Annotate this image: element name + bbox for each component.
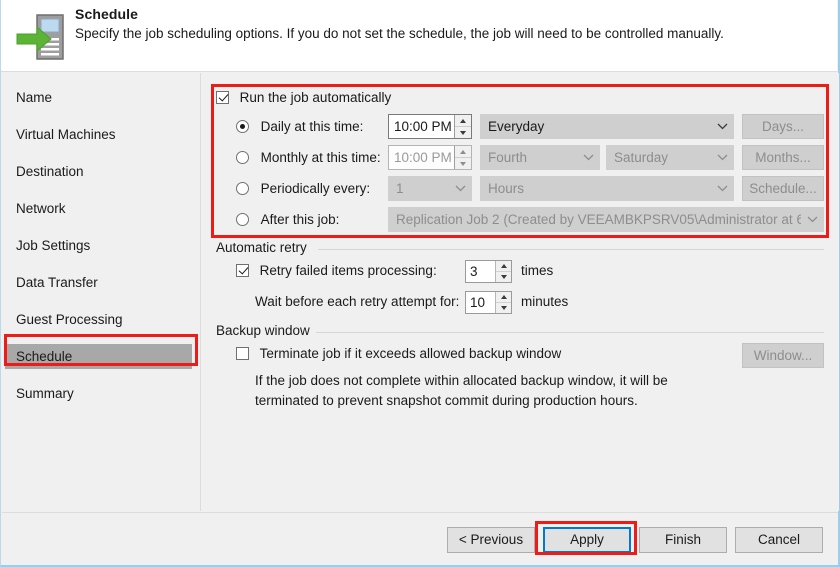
backup-window-description-line2: terminated to prevent snapshot commit du… (255, 393, 638, 408)
monthly-time-value: 10:00 PM (394, 150, 452, 165)
monthly-week-value: Fourth (488, 150, 528, 165)
retry-times-stepper[interactable] (495, 261, 511, 282)
wait-minutes-value: 10 (470, 295, 486, 310)
wizard-dialog: Schedule Specify the job scheduling opti… (0, 0, 840, 567)
periodically-label: Periodically every: (260, 181, 371, 196)
chevron-down-icon (711, 123, 733, 130)
dialog-footer: < Previous Apply Finish Cancel (2, 512, 838, 564)
wait-minutes-down-button[interactable] (496, 303, 511, 313)
periodically-interval-value: 1 (396, 181, 404, 196)
wait-minutes-up-button[interactable] (496, 292, 511, 303)
page-title: Schedule (75, 6, 139, 22)
schedule-options-panel: Run the job automatically Daily at this … (202, 73, 839, 511)
wait-before-retry-label: Wait before each retry attempt for: (255, 294, 460, 309)
periodically-radio-row[interactable]: Periodically every: (236, 181, 370, 196)
daily-time-down-button[interactable] (455, 127, 471, 138)
server-arrow-icon (15, 10, 67, 64)
periodically-radio[interactable] (236, 182, 249, 195)
retry-times-up-button[interactable] (496, 261, 511, 272)
retry-times-down-button[interactable] (496, 272, 511, 282)
sidebar-item-guest-processing[interactable]: Guest Processing (2, 307, 200, 332)
daily-time-up-button[interactable] (455, 115, 471, 127)
group-divider (316, 332, 824, 333)
retry-failed-checkbox[interactable] (236, 264, 249, 277)
sidebar-item-schedule[interactable]: Schedule (5, 344, 192, 369)
previous-button[interactable]: < Previous (447, 527, 535, 553)
backup-window-description-line1: If the job does not complete within allo… (255, 373, 668, 388)
after-job-radio[interactable] (236, 213, 249, 226)
wizard-steps-sidebar: Name Virtual Machines Destination Networ… (2, 73, 201, 511)
page-subtitle: Specify the job scheduling options. If y… (75, 26, 724, 41)
header-text-block: Schedule Specify the job scheduling opti… (75, 6, 815, 42)
after-job-combobox[interactable]: Replication Job 2 (Created by VEEAMBKPSR… (388, 207, 824, 232)
retry-times-spinner[interactable]: 3 (465, 260, 512, 283)
chevron-down-icon (449, 185, 471, 192)
terminate-job-checkbox[interactable] (236, 347, 249, 360)
chevron-down-icon (801, 216, 823, 223)
apply-button[interactable]: Apply (543, 527, 631, 553)
sidebar-item-job-settings[interactable]: Job Settings (2, 233, 200, 258)
monthly-time-down-button[interactable] (455, 158, 471, 169)
sidebar-item-summary[interactable]: Summary (2, 381, 200, 406)
run-automatically-checkbox[interactable] (216, 91, 229, 104)
backup-window-group-label: Backup window (216, 323, 316, 338)
daily-radio[interactable] (236, 120, 249, 133)
monthly-time-spinner[interactable]: 10:00 PM (388, 145, 472, 170)
sidebar-item-name[interactable]: Name (2, 85, 200, 110)
periodically-unit-combobox[interactable]: Hours (480, 176, 734, 201)
daily-recurrence-value: Everyday (488, 119, 545, 134)
group-divider (318, 249, 824, 250)
periodically-unit-value: Hours (488, 181, 525, 196)
retry-failed-label: Retry failed items processing: (259, 263, 437, 278)
run-automatically-row[interactable]: Run the job automatically (216, 90, 391, 105)
days-button[interactable]: Days... (742, 114, 824, 139)
wait-minutes-spinner[interactable]: 10 (465, 291, 512, 314)
daily-time-spinner[interactable]: 10:00 PM (388, 114, 472, 139)
wait-minutes-stepper[interactable] (495, 292, 511, 313)
sidebar-item-destination[interactable]: Destination (2, 159, 200, 184)
months-button[interactable]: Months... (742, 145, 824, 170)
after-job-label: After this job: (260, 212, 340, 227)
monthly-radio-row[interactable]: Monthly at this time: (236, 150, 381, 165)
monthly-week-combobox[interactable]: Fourth (480, 145, 600, 170)
daily-time-value: 10:00 PM (394, 119, 452, 134)
run-automatically-label: Run the job automatically (239, 90, 392, 105)
after-job-value: Replication Job 2 (Created by VEEAMBKPSR… (396, 212, 801, 227)
monthly-day-combobox[interactable]: Saturday (606, 145, 734, 170)
monthly-label: Monthly at this time: (260, 150, 381, 165)
monthly-day-value: Saturday (614, 150, 669, 165)
chevron-down-icon (711, 154, 733, 161)
monthly-time-stepper[interactable] (454, 146, 471, 169)
daily-time-stepper[interactable] (454, 115, 471, 138)
after-job-radio-row[interactable]: After this job: (236, 212, 339, 227)
chevron-down-icon (711, 185, 733, 192)
dialog-header: Schedule Specify the job scheduling opti… (1, 0, 837, 72)
sidebar-item-data-transfer[interactable]: Data Transfer (2, 270, 200, 295)
retry-failed-row[interactable]: Retry failed items processing: (236, 263, 437, 278)
retry-times-value: 3 (470, 264, 478, 279)
wait-minutes-unit-label: minutes (521, 294, 569, 309)
monthly-radio[interactable] (236, 151, 249, 164)
daily-recurrence-combobox[interactable]: Everyday (480, 114, 734, 139)
finish-button[interactable]: Finish (639, 527, 727, 553)
sidebar-item-network[interactable]: Network (2, 196, 200, 221)
terminate-job-label: Terminate job if it exceeds allowed back… (259, 346, 562, 361)
chevron-down-icon (577, 154, 599, 161)
cancel-button[interactable]: Cancel (735, 527, 823, 553)
monthly-time-up-button[interactable] (455, 146, 471, 158)
daily-radio-row[interactable]: Daily at this time: (236, 119, 363, 134)
daily-label: Daily at this time: (260, 119, 364, 134)
sidebar-item-virtual-machines[interactable]: Virtual Machines (2, 122, 200, 147)
periodically-interval-combobox[interactable]: 1 (388, 176, 472, 201)
terminate-job-row[interactable]: Terminate job if it exceeds allowed back… (236, 346, 561, 361)
schedule-button[interactable]: Schedule... (742, 176, 824, 201)
automatic-retry-group-label: Automatic retry (216, 240, 313, 255)
window-button[interactable]: Window... (742, 343, 824, 368)
retry-times-unit-label: times (521, 263, 554, 278)
